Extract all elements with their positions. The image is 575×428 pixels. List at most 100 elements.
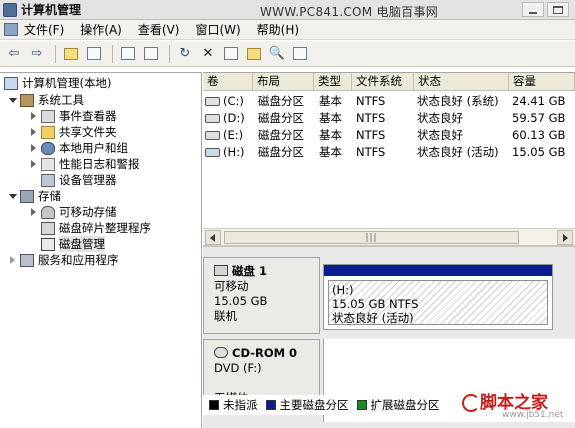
maximize-button[interactable]	[547, 2, 569, 17]
tree-item-event-viewer[interactable]: 事件查看器	[29, 108, 117, 124]
cell-layout: 磁盘分区	[258, 111, 304, 125]
cell-type: 基本	[319, 128, 342, 142]
expand-icon[interactable]	[29, 143, 38, 153]
legend-item: 未指派	[209, 397, 258, 413]
site-watermark: WWW.PC841.COM 电脑百事网	[260, 5, 439, 19]
open-icon[interactable]	[221, 44, 241, 64]
expand-icon[interactable]	[8, 255, 17, 265]
removable-drive-icon	[205, 148, 220, 157]
menu-action[interactable]: 操作(A)	[80, 21, 122, 38]
event-viewer-icon	[41, 109, 55, 123]
table-row[interactable]: (C:) 磁盘分区 基本 NTFS 状态良好 (系统) 24.41 GB	[203, 93, 575, 110]
drive-icon	[205, 97, 220, 106]
back-icon[interactable]: ⇦	[4, 44, 24, 64]
column-header-capacity[interactable]: 容量	[509, 73, 575, 91]
column-header-layout[interactable]: 布局	[253, 73, 314, 91]
tree-item-local-users[interactable]: 本地用户和组	[29, 140, 128, 156]
tree-item-root[interactable]: 计算机管理(本地)	[4, 75, 111, 91]
tree-item-device-manager[interactable]: 设备管理器	[41, 172, 117, 188]
horizontal-scrollbar[interactable]: |||	[203, 228, 575, 245]
console-tree: 计算机管理(本地) 系统工具 事件查看器 共享文件夹 本地用户和组 性能日志和警…	[0, 72, 202, 428]
performance-icon	[41, 157, 55, 171]
cell-type: 基本	[319, 111, 342, 125]
column-header-status[interactable]: 状态	[414, 73, 509, 91]
cell-capacity: 60.13 GB	[512, 128, 566, 142]
removable-storage-icon	[41, 205, 55, 219]
table-row[interactable]: (H:) 磁盘分区 基本 NTFS 状态良好 (活动) 15.05 GB	[203, 144, 575, 161]
scroll-left-button[interactable]	[205, 230, 221, 245]
expand-icon[interactable]	[29, 127, 38, 137]
disk-management-icon	[41, 237, 55, 251]
cdrom-header[interactable]: CD-ROM 0 DVD (F:) 无媒体	[203, 339, 320, 405]
tree-item-shared-folders[interactable]: 共享文件夹	[29, 124, 117, 140]
explore-icon[interactable]	[244, 44, 264, 64]
tree-item-storage[interactable]: 存储	[8, 188, 61, 204]
expand-icon[interactable]	[29, 207, 38, 217]
column-header-volume[interactable]: 卷	[203, 73, 253, 91]
partition-status: 状态良好 (活动)	[332, 311, 414, 325]
menu-file[interactable]: 文件(F)	[24, 21, 64, 38]
legend-item: 主要磁盘分区	[265, 397, 349, 413]
disk1-status: 联机	[214, 309, 237, 323]
expand-icon[interactable]	[8, 192, 17, 201]
expand-icon[interactable]	[29, 111, 38, 121]
expand-icon[interactable]	[8, 96, 17, 105]
minimize-button[interactable]	[522, 2, 544, 17]
properties-icon[interactable]	[118, 44, 138, 64]
cell-filesystem: NTFS	[356, 145, 386, 159]
cell-capacity: 24.41 GB	[512, 94, 566, 108]
show-tree-icon[interactable]	[84, 44, 104, 64]
folder-icon	[41, 125, 55, 139]
partition-h[interactable]: (H:) 15.05 GB NTFS 状态良好 (活动)	[323, 264, 553, 330]
cell-type: 基本	[319, 145, 342, 159]
system-menu-icon[interactable]	[4, 23, 18, 36]
refresh-icon[interactable]: ↻	[175, 44, 195, 64]
cell-layout: 磁盘分区	[258, 94, 304, 108]
corner-watermark: 脚本之家 www.jb51.net	[462, 388, 572, 426]
menu-view[interactable]: 查看(V)	[138, 21, 180, 38]
delete-icon[interactable]: ✕	[198, 44, 218, 64]
help-icon[interactable]	[141, 44, 161, 64]
tools-icon	[20, 93, 34, 107]
logo-icon	[462, 394, 480, 412]
table-row[interactable]: (E:) 磁盘分区 基本 NTFS 状态良好 60.13 GB	[203, 127, 575, 144]
up-folder-icon[interactable]	[61, 44, 81, 64]
forward-icon[interactable]: ⇨	[27, 44, 47, 64]
defrag-icon	[41, 221, 55, 235]
tree-item-disk-management[interactable]: 磁盘管理	[41, 236, 105, 252]
storage-icon	[20, 189, 34, 203]
search-icon[interactable]: 🔍	[267, 44, 287, 64]
toolbar-separator	[169, 44, 170, 63]
users-icon	[41, 141, 55, 155]
partition-desc: 15.05 GB NTFS	[332, 297, 419, 311]
expand-icon[interactable]	[29, 159, 38, 169]
disk-icon[interactable]	[290, 44, 310, 64]
table-row[interactable]: (D:) 磁盘分区 基本 NTFS 状态良好 59.57 GB	[203, 110, 575, 127]
partition-name: (H:)	[332, 283, 354, 297]
tree-item-removable-storage[interactable]: 可移动存储	[29, 204, 117, 220]
tree-item-perf-logs[interactable]: 性能日志和警报	[29, 156, 140, 172]
disk1-header[interactable]: 磁盘 1 可移动 15.05 GB 联机	[203, 257, 320, 334]
menu-window[interactable]: 窗口(W)	[195, 21, 240, 38]
partition-body: (H:) 15.05 GB NTFS 状态良好 (活动)	[328, 280, 548, 325]
column-header-type[interactable]: 类型	[314, 73, 352, 91]
disk1-size: 15.05 GB	[214, 294, 268, 308]
tree-item-services[interactable]: 服务和应用程序	[8, 252, 119, 268]
disk1-type: 可移动	[214, 279, 249, 293]
computer-management-icon	[3, 2, 17, 17]
tree-item-defrag[interactable]: 磁盘碎片整理程序	[41, 220, 151, 236]
menu-help[interactable]: 帮助(H)	[257, 21, 299, 38]
scroll-thumb[interactable]: |||	[224, 231, 519, 244]
tree-item-system-tools[interactable]: 系统工具	[8, 92, 84, 108]
cell-filesystem: NTFS	[356, 128, 386, 142]
volume-list: 卷 布局 类型 文件系统 状态 容量 (C:) 磁盘分区 基本 NTFS 状态良…	[203, 72, 575, 228]
drive-icon	[205, 131, 220, 140]
disk-icon	[214, 265, 228, 276]
column-header-filesystem[interactable]: 文件系统	[352, 73, 414, 91]
cell-capacity: 15.05 GB	[512, 145, 566, 159]
cell-layout: 磁盘分区	[258, 145, 304, 159]
legend-item: 扩展磁盘分区	[356, 397, 440, 413]
legend-swatch-primary	[265, 400, 276, 410]
scroll-right-button[interactable]	[557, 230, 573, 245]
services-icon	[20, 253, 34, 267]
